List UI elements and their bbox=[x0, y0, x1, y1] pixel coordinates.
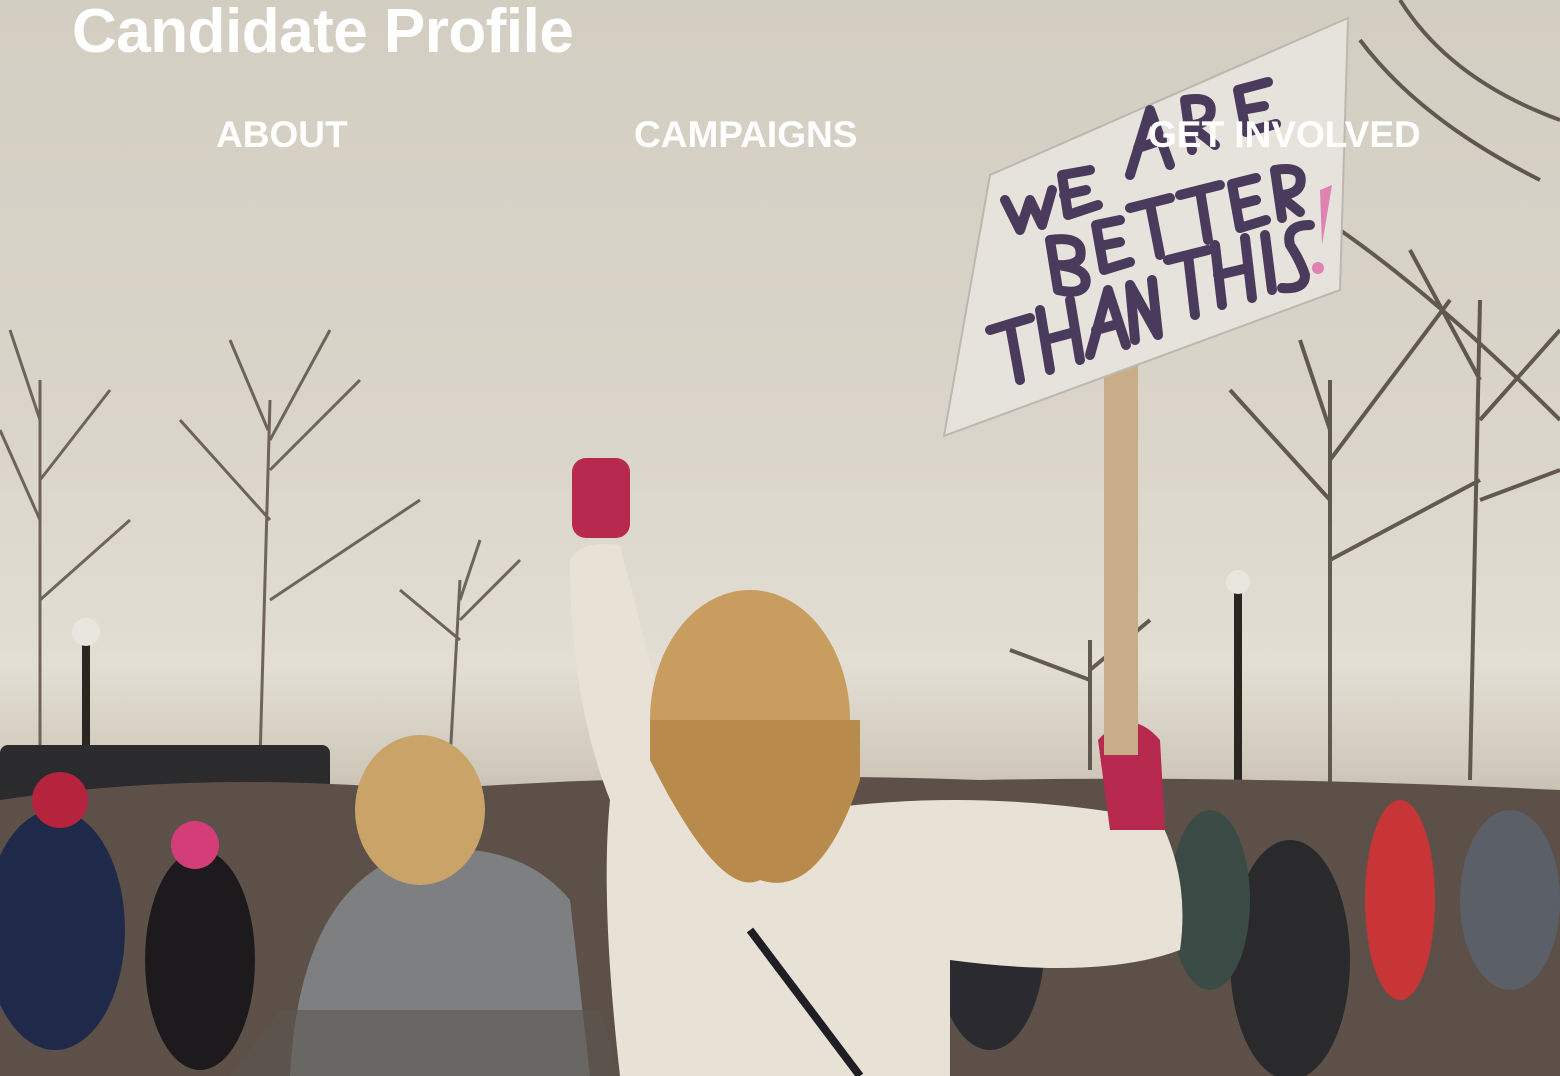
hero-background-image bbox=[0, 0, 1560, 1076]
nav-link-get-involved[interactable]: GET INVOLVED bbox=[1148, 112, 1421, 158]
page: Candidate Profile ABOUT CAMPAIGNS GET IN… bbox=[0, 0, 1560, 1076]
site-title: Candidate Profile bbox=[72, 0, 574, 66]
sign-pole bbox=[1104, 335, 1138, 755]
nav-link-campaigns[interactable]: CAMPAIGNS bbox=[634, 112, 857, 158]
bare-trees-left bbox=[0, 329, 522, 761]
protest-sign bbox=[942, 16, 1350, 438]
nav-link-about[interactable]: ABOUT bbox=[216, 112, 348, 158]
protest-march-illustration bbox=[0, 0, 1560, 1076]
road bbox=[230, 1010, 620, 1076]
main-navigation: ABOUT CAMPAIGNS GET INVOLVED bbox=[0, 112, 1560, 158]
